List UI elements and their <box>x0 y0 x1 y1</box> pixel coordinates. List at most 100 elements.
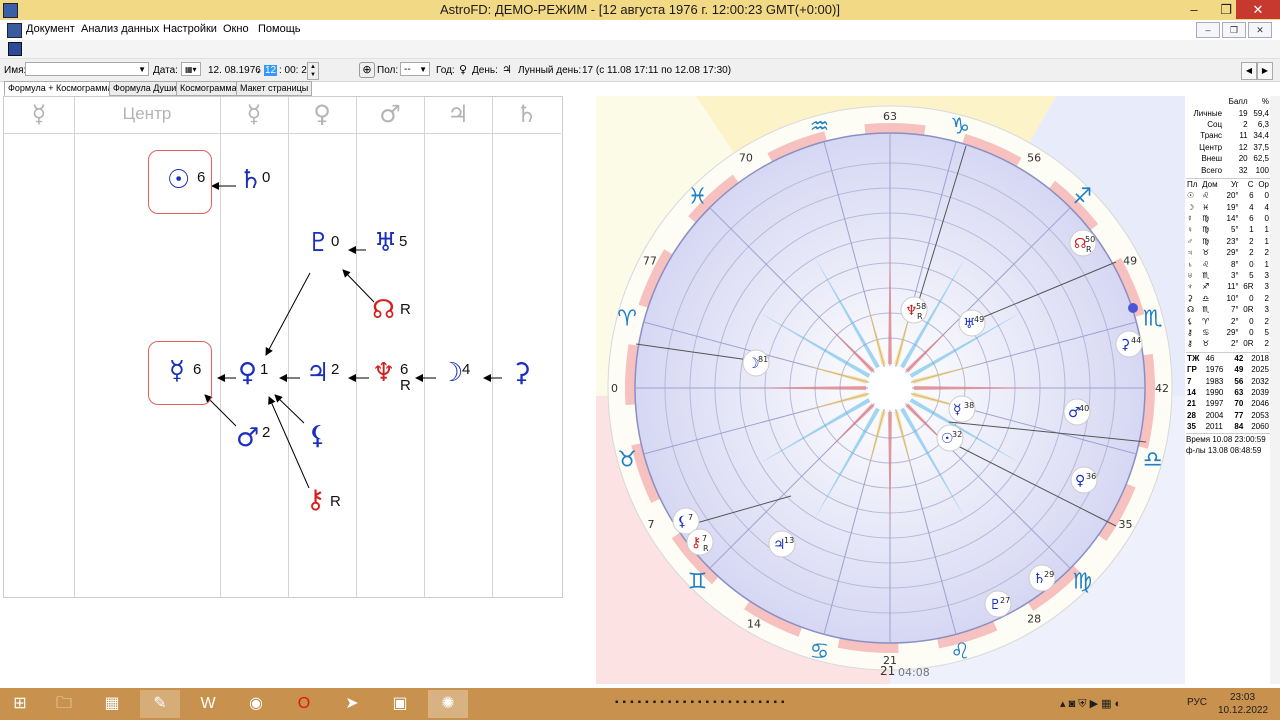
pallas-icon[interactable]: ⚳ <box>512 358 531 388</box>
venus-icon: ♀ <box>459 63 468 76</box>
planet-marker[interactable]: ♃13 <box>768 530 796 558</box>
table-cell: 1983 <box>1205 376 1224 386</box>
mdi-close-button[interactable]: ✕ <box>1248 22 1272 38</box>
planet-marker[interactable]: ♆58R <box>900 296 928 324</box>
planet-table-row: ♆ ♐ 11° 6R 3 <box>1186 281 1270 292</box>
table-cell: 7° <box>1230 305 1239 315</box>
svg-text:☿: ☿ <box>953 402 962 418</box>
degree-label: 63 <box>883 110 897 123</box>
time-label: Время <box>1186 435 1211 445</box>
table-cell: ♈ <box>1202 316 1210 326</box>
planet-table-row: ⚸ ♈ 2° 0 2 <box>1186 315 1270 326</box>
svg-text:13: 13 <box>784 536 794 545</box>
calculator-icon[interactable]: ▦ <box>92 690 132 718</box>
planet-marker[interactable]: ☊50R <box>1069 229 1097 257</box>
stats-header-score: Балл <box>1228 97 1248 107</box>
planet-marker[interactable]: ♂40 <box>1063 398 1091 426</box>
table-cell: ♉ <box>1202 248 1210 258</box>
planet-marker[interactable]: ♄29 <box>1028 564 1056 592</box>
saturn-icon[interactable]: ♄ <box>239 165 262 195</box>
table-cell: 2 <box>1249 248 1254 258</box>
menu-window[interactable]: Окно <box>223 23 249 35</box>
venus-icon[interactable]: ♀ <box>238 358 257 388</box>
language-indicator[interactable]: РУС <box>1187 697 1207 708</box>
svg-text:49: 49 <box>974 315 984 324</box>
mdi-restore-button[interactable]: ❐ <box>1222 22 1246 38</box>
tab-cosmogram[interactable]: Космограмма <box>176 81 241 96</box>
date-value[interactable]: 12. 08.1976 <box>208 65 261 76</box>
vertical-scrollbar[interactable] <box>1270 96 1280 684</box>
planet-table-row: ♄ ♌ 8° 0 1 <box>1186 258 1270 269</box>
table-cell: 1 <box>1249 225 1254 235</box>
calendar-button[interactable]: ▦▾ <box>181 62 201 76</box>
tab-soul-formula[interactable]: Формула Души <box>109 81 181 96</box>
tab-page-layout[interactable]: Макет страницы <box>236 81 313 96</box>
table-cell: ♌ <box>1202 191 1210 201</box>
degree-label: 7 <box>647 518 654 531</box>
notes-icon[interactable]: ✎ <box>140 690 180 718</box>
degree-label: 56 <box>1027 151 1041 164</box>
table-cell: 35 <box>1187 422 1196 432</box>
camera-icon[interactable]: ▣ <box>380 690 420 718</box>
planet-marker[interactable]: ♇27 <box>984 590 1012 618</box>
table-cell: 63 <box>1234 387 1244 397</box>
close-button[interactable]: ✕ <box>1236 0 1280 19</box>
table-cell: ТЖ <box>1187 353 1200 363</box>
menu-analysis[interactable]: Анализ данных <box>81 23 159 35</box>
next-button[interactable]: ▶ <box>1257 62 1273 80</box>
opera-icon[interactable]: O <box>284 690 324 718</box>
svg-text:58: 58 <box>916 302 926 311</box>
cosmogram[interactable]: 63 56 49 42 35 28 21 14 7 0 77 70 ♑ ♐ ♏ ♎ ♍ ♌ ♋ ♊ ♉ ♈ ♓ ♒ ♆ 58 R… <box>596 96 1185 684</box>
name-select[interactable]: ▼ <box>25 62 149 76</box>
chrome-icon[interactable]: ◉ <box>236 690 276 718</box>
north-node-icon[interactable]: ☊ <box>372 295 395 325</box>
zodiac-sign: ♓ <box>688 185 708 210</box>
data-toolbar: Имя: ▼ Дата: ▦▾ 12. 08.1976 , 12 : 00: 2… <box>0 59 1280 82</box>
stats-label: Транс <box>1200 131 1223 141</box>
tab-formula-cosmogram[interactable]: Формула + Космограмма <box>4 81 117 96</box>
tray-icons[interactable]: ▪▪▪▪▪▪▪▪▪▪▪▪▪▪▪▪▪▪▪▪▪▪▪ <box>615 697 789 708</box>
planet-marker[interactable]: ☉32 <box>936 424 964 452</box>
planet-marker[interactable]: ⚳ 44 <box>1115 330 1143 358</box>
explorer-icon[interactable]: 🗀 <box>44 690 84 718</box>
clock-time[interactable]: 23:03 <box>1230 692 1255 703</box>
notification-icons[interactable]: ▴ ◙ ⛨ ▶ ▦ ◐ <box>1060 697 1121 711</box>
planet-marker[interactable]: ☽81 <box>742 349 770 377</box>
planet-marker[interactable]: ♀ 36 <box>1070 466 1098 494</box>
menu-settings[interactable]: Настройки <box>163 23 217 35</box>
chiron-icon[interactable]: ⚷ <box>306 485 325 515</box>
stats-label: Центр <box>1199 142 1223 152</box>
jupiter-icon[interactable]: ♃ <box>306 358 329 388</box>
tool-icon[interactable] <box>8 42 22 56</box>
telegram-icon[interactable]: ➤ <box>332 690 372 718</box>
prev-button[interactable]: ◀ <box>1241 62 1257 80</box>
uranus-icon[interactable]: ♅ <box>374 228 397 258</box>
minimize-button[interactable]: – <box>1180 0 1208 19</box>
astrofd-icon[interactable]: ✺ <box>428 690 468 718</box>
ascendant-marker[interactable] <box>1128 303 1138 313</box>
neptune-icon[interactable]: ♆ <box>372 358 395 388</box>
planet-marker[interactable]: ♅49 <box>958 309 986 337</box>
title-bar[interactable]: AstroFD: ДЕМО-РЕЖИМ - [12 августа 1976 г… <box>0 0 1280 20</box>
sex-select[interactable]: -- ▼ <box>400 62 430 76</box>
lilith-icon[interactable]: ⚸ <box>308 421 327 451</box>
menu-help[interactable]: Помощь <box>258 23 301 35</box>
menu-document[interactable]: Документ <box>26 23 75 35</box>
clock-date[interactable]: 10.12.2022 <box>1218 705 1268 716</box>
mars-icon[interactable]: ♂ <box>236 423 259 453</box>
time-hour[interactable]: 12 <box>264 65 278 76</box>
globe-icon[interactable]: ⊕ <box>359 62 375 78</box>
planet-marker[interactable]: ⚷ 7R <box>686 528 714 556</box>
mdi-minimize-button[interactable]: – <box>1196 22 1220 38</box>
start-icon[interactable]: ⊞ <box>0 690 40 718</box>
svg-text:R: R <box>1086 245 1092 254</box>
table-cell: 5° <box>1230 225 1239 235</box>
planet-marker[interactable]: ☿ 38 <box>948 395 976 423</box>
moon-icon[interactable]: ☽ <box>440 358 463 388</box>
pluto-icon[interactable]: ♇ <box>307 228 330 258</box>
document-icon[interactable] <box>7 23 22 38</box>
table-cell: 8° <box>1230 259 1239 269</box>
table-cell: 0R <box>1243 305 1254 315</box>
word-icon[interactable]: W <box>188 690 228 718</box>
time-spinner[interactable]: ▲ ▼ <box>307 62 319 80</box>
